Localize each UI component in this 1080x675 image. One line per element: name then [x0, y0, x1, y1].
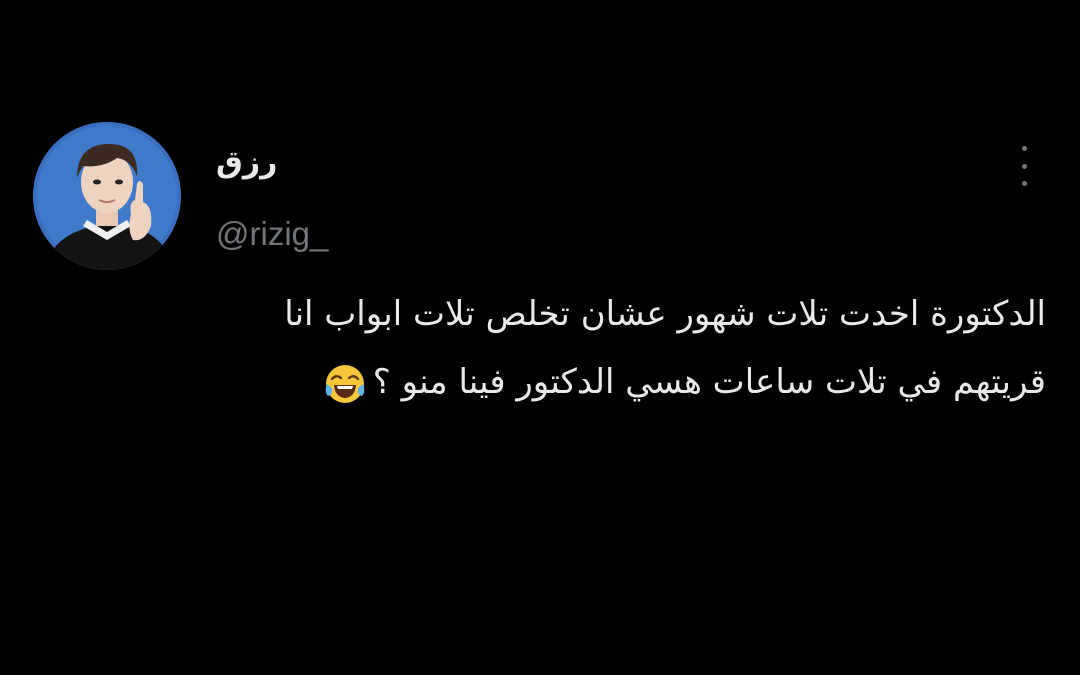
tweet-text: الدكتورة اخدت تلات شهور عشان تخلص تلات ا… [56, 280, 1046, 416]
display-name[interactable]: رزق [216, 145, 277, 180]
avatar[interactable] [33, 122, 181, 270]
more-options-icon[interactable] [1012, 146, 1036, 186]
avatar-image [33, 122, 181, 270]
more-dot [1021, 146, 1027, 151]
tears-of-joy-emoji-icon [325, 364, 365, 403]
user-handle[interactable]: @rizig_ [216, 215, 328, 253]
tweet-card: رزق @rizig_ الدكتورة اخدت تلات شهور عشان… [0, 0, 1080, 675]
tweet-text-line-2: قريتهم في تلات ساعات هسي الدكتور فينا من… [56, 348, 1046, 416]
more-dot [1021, 163, 1027, 169]
tweet-text-line: قريتهم في تلات ساعات هسي الدكتور فينا من… [372, 362, 1046, 402]
tweet-text-line: الدكتورة اخدت تلات شهور عشان تخلص تلات ا… [284, 294, 1046, 334]
more-dot [1021, 181, 1027, 186]
